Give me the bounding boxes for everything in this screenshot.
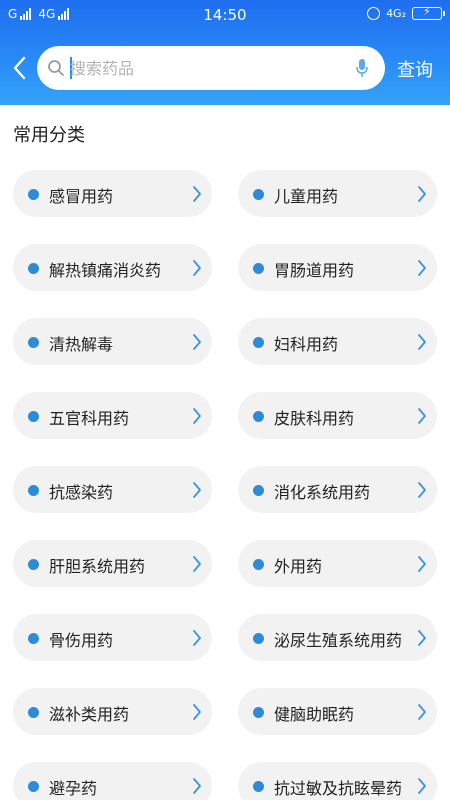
status-icons: 4G₂ ⚡: [367, 5, 445, 20]
category-label: 避孕药: [49, 779, 98, 798]
chevron-right-icon: [418, 630, 426, 646]
category-item[interactable]: 抗过敏及抗眩晕药: [238, 762, 437, 800]
search-input[interactable]: [70, 52, 350, 84]
chevron-right-icon: [418, 334, 426, 350]
bullet-dot: [28, 411, 39, 422]
category-item[interactable]: 消化系统用药: [238, 466, 437, 513]
category-item[interactable]: 滋补类用药: [13, 688, 212, 735]
microphone-icon[interactable]: [355, 58, 369, 78]
section-title: 常用分类: [13, 125, 85, 146]
category-item[interactable]: 外用药: [238, 540, 437, 587]
chevron-right-icon: [193, 260, 201, 276]
search-icon: [48, 60, 64, 76]
chevron-right-icon: [418, 186, 426, 202]
bullet-dot: [28, 263, 39, 274]
category-label: 抗感染药: [49, 483, 114, 502]
category-item[interactable]: 健脑助眠药: [238, 688, 437, 735]
bullet-dot: [28, 559, 39, 570]
chevron-right-icon: [193, 778, 201, 794]
category-label: 妇科用药: [274, 335, 339, 354]
chevron-right-icon: [193, 408, 201, 424]
chevron-right-icon: [193, 704, 201, 720]
category-label: 健脑助眠药: [274, 705, 355, 724]
chevron-right-icon: [193, 334, 201, 350]
category-item[interactable]: 肝胆系统用药: [13, 540, 212, 587]
chevron-right-icon: [418, 556, 426, 572]
back-arrow-icon: [13, 56, 26, 80]
category-label: 骨伤用药: [49, 631, 114, 650]
category-item[interactable]: 解热镇痛消炎药: [13, 244, 212, 291]
header-bar: G 4G 14:50 4G₂ ⚡ 查询: [0, 0, 450, 105]
alarm-icon: [367, 7, 381, 20]
bullet-dot: [253, 485, 264, 496]
bullet-dot: [28, 485, 39, 496]
category-label: 抗过敏及抗眩晕药: [274, 779, 403, 798]
category-item[interactable]: 清热解毒: [13, 318, 212, 365]
status-bar: G 4G 14:50 4G₂ ⚡: [0, 0, 450, 30]
back-button[interactable]: [8, 54, 32, 82]
category-label: 消化系统用药: [274, 483, 371, 502]
category-item[interactable]: 儿童用药: [238, 170, 437, 217]
bullet-dot: [28, 781, 39, 792]
bullet-dot: [253, 263, 264, 274]
category-item[interactable]: 五官科用药: [13, 392, 212, 439]
bullet-dot: [253, 189, 264, 200]
bullet-dot: [253, 781, 264, 792]
network-label: 4G₂: [386, 7, 406, 20]
category-label: 清热解毒: [49, 335, 114, 354]
bullet-dot: [253, 337, 264, 348]
category-label: 解热镇痛消炎药: [49, 261, 162, 280]
bullet-dot: [253, 559, 264, 570]
chevron-right-icon: [193, 186, 201, 202]
chevron-right-icon: [418, 408, 426, 424]
chevron-right-icon: [418, 482, 426, 498]
bullet-dot: [28, 707, 39, 718]
category-label: 肝胆系统用药: [49, 557, 146, 576]
bullet-dot: [28, 189, 39, 200]
category-item[interactable]: 泌尿生殖系统用药: [238, 614, 437, 661]
chevron-right-icon: [193, 630, 201, 646]
category-item[interactable]: 抗感染药: [13, 466, 212, 513]
bullet-dot: [28, 337, 39, 348]
category-item[interactable]: 皮肤科用药: [238, 392, 437, 439]
chevron-right-icon: [193, 482, 201, 498]
category-item[interactable]: 妇科用药: [238, 318, 437, 365]
bullet-dot: [253, 411, 264, 422]
chevron-right-icon: [193, 556, 201, 572]
category-label: 五官科用药: [49, 409, 130, 428]
category-label: 外用药: [274, 557, 323, 576]
category-label: 感冒用药: [49, 187, 114, 206]
category-label: 儿童用药: [274, 187, 339, 206]
category-item[interactable]: 避孕药: [13, 762, 212, 800]
category-label: 胃肠道用药: [274, 261, 355, 280]
search-bar[interactable]: [37, 46, 385, 90]
chevron-right-icon: [418, 704, 426, 720]
bullet-dot: [253, 633, 264, 644]
battery-icon: ⚡: [412, 5, 445, 20]
query-button[interactable]: 查询: [397, 56, 433, 82]
chevron-right-icon: [418, 260, 426, 276]
category-item[interactable]: 感冒用药: [13, 170, 212, 217]
bullet-dot: [253, 707, 264, 718]
category-item[interactable]: 骨伤用药: [13, 614, 212, 661]
category-item[interactable]: 胃肠道用药: [238, 244, 437, 291]
category-label: 滋补类用药: [49, 705, 130, 724]
category-label: 泌尿生殖系统用药: [274, 631, 403, 650]
category-label: 皮肤科用药: [274, 409, 355, 428]
chevron-right-icon: [418, 778, 426, 794]
bullet-dot: [28, 633, 39, 644]
